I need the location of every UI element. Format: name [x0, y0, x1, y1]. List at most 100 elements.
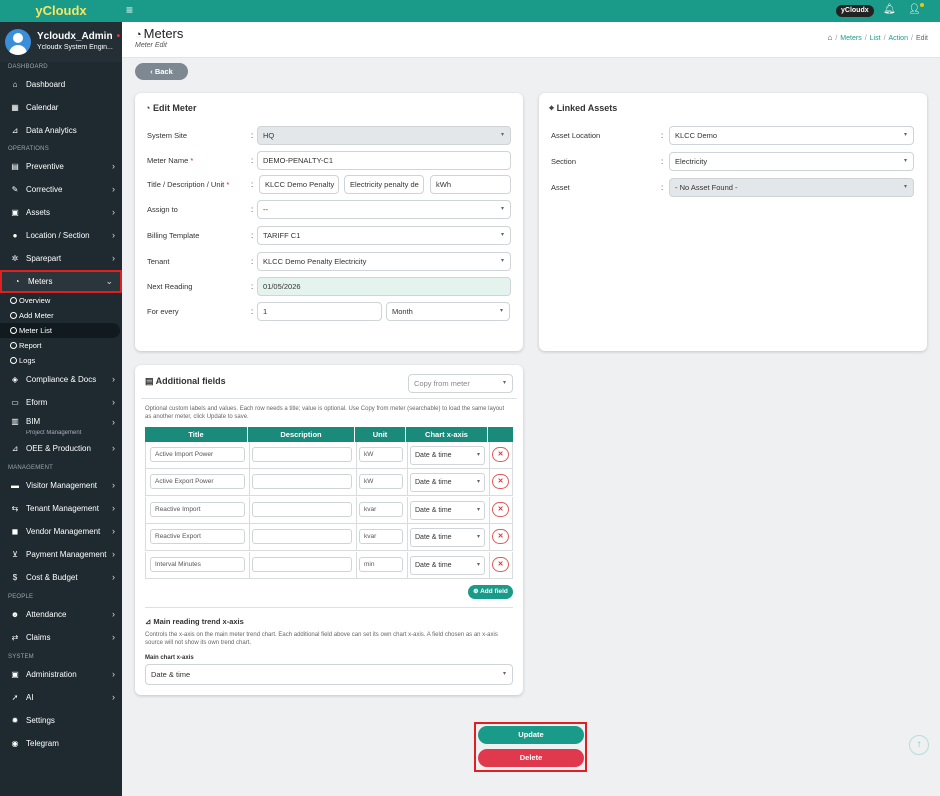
meter-unit-input[interactable]: kWh — [430, 175, 511, 194]
every-count-input[interactable]: 1 — [257, 302, 382, 321]
field-title-input[interactable]: Interval Minutes — [150, 556, 245, 572]
sidebar-item-telegram[interactable]: ◉ Telegram — [0, 732, 122, 755]
sidebar-item-preventive[interactable]: ▤ Preventive › — [0, 155, 122, 178]
sidebar-item-sparepart[interactable]: ✲ Sparepart › — [0, 247, 122, 270]
company-badge[interactable]: yCloudx — [836, 5, 874, 17]
next-reading-date-input[interactable]: 01/05/2026 — [257, 277, 511, 296]
field-unit-input[interactable]: kW — [359, 447, 403, 462]
sidebar-item-compliance[interactable]: ◈ Compliance & Docs › — [0, 368, 122, 391]
bell-icon[interactable]: 🔔︎ — [883, 4, 896, 15]
assign-to-select[interactable]: -- ▾ — [257, 200, 511, 219]
gears-icon: ✲ — [11, 254, 19, 263]
field-description-input[interactable] — [252, 447, 352, 462]
sidebar-item-meters[interactable]: ◔ Meters ⌄ — [0, 270, 122, 293]
breadcrumb-action[interactable]: Action — [889, 35, 908, 42]
trend-axis-help: Controls the x-axis on the main meter tr… — [145, 632, 498, 646]
every-period-select[interactable]: Month ▾ — [386, 302, 510, 321]
sidebar-item-location[interactable]: ● Location / Section › — [0, 224, 122, 247]
billing-template-value: TARIFF C1 — [263, 231, 301, 240]
system-site-select[interactable]: HQ ▾ — [257, 126, 511, 145]
remove-field-button[interactable]: ✕ — [492, 447, 509, 462]
billing-template-select[interactable]: TARIFF C1 ▾ — [257, 226, 511, 245]
sidebar-item-label: Claims — [26, 633, 51, 642]
add-field-button[interactable]: ⊕ Add field — [468, 585, 513, 599]
sidebar-item-assets[interactable]: ▣ Assets › — [0, 201, 122, 224]
user-menu-icon[interactable]: 👤︎ — [908, 3, 924, 15]
sidebar-item-ai[interactable]: ➚ AI › — [0, 686, 122, 709]
main-axis-label: Main chart x-axis — [145, 655, 194, 661]
trend-axis-title: Main reading trend x-axis — [153, 617, 244, 626]
breadcrumb-meters[interactable]: Meters — [840, 35, 861, 42]
sidebar-item-corrective[interactable]: ✎ Corrective › — [0, 178, 122, 201]
sidebar-item-tenant[interactable]: ⇆ Tenant Management › — [0, 497, 122, 520]
sidebar-item-payment[interactable]: ⊻ Payment Management › — [0, 543, 122, 566]
field-unit-input[interactable]: kvar — [359, 501, 403, 517]
field-description-input[interactable] — [252, 529, 352, 545]
section-select[interactable]: Electricity ▾ — [669, 152, 914, 171]
shield-icon: ◈ — [11, 375, 19, 384]
sidebar-subitem-meter-list[interactable]: Meter List — [0, 323, 120, 338]
cell-divider — [356, 469, 357, 496]
remove-field-button[interactable]: ✕ — [492, 474, 509, 490]
update-button[interactable]: Update — [478, 726, 584, 744]
meter-title-input[interactable]: KLCC Demo Penalty — [259, 175, 339, 194]
sidebar-item-analytics[interactable]: ⊿ Data Analytics — [0, 119, 122, 142]
sidebar-item-attendance[interactable]: ☻ Attendance › — [0, 603, 122, 626]
field-title-input[interactable]: Reactive Import — [150, 501, 245, 517]
sidebar-subitem-add-meter[interactable]: Add Meter — [0, 308, 122, 323]
brand-logo[interactable]: yCloudx — [0, 0, 122, 22]
sidebar-item-vendor[interactable]: ◼ Vendor Management › — [0, 520, 122, 543]
sidebar-subitem-label: Meter List — [19, 326, 52, 335]
scroll-top-icon[interactable]: ↑ — [909, 735, 929, 755]
copy-from-meter-select[interactable]: Copy from meter ▾ — [408, 374, 513, 393]
field-title-input[interactable]: Active Import Power — [150, 447, 245, 462]
asset-location-select[interactable]: KLCC Demo ▾ — [669, 126, 914, 145]
breadcrumb: ⌂ / Meters / List / Action / Edit — [827, 33, 929, 42]
user-profile[interactable]: Ycloudx_Admin • Ycloudx System Engin... — [0, 22, 122, 62]
field-title-input[interactable]: Reactive Export — [150, 529, 245, 545]
asset-select[interactable]: - No Asset Found - ▾ — [669, 178, 914, 197]
sidebar-item-calendar[interactable]: ▦ Calendar — [0, 96, 122, 119]
sidebar-item-dashboard[interactable]: ⌂ Dashboard — [0, 73, 122, 96]
delete-button[interactable]: Delete — [478, 749, 584, 767]
sidebar-item-eform[interactable]: ▭ Eform › — [0, 391, 122, 414]
field-unit-input[interactable]: kvar — [359, 529, 403, 545]
sidebar-item-visitor[interactable]: ▬ Visitor Management › — [0, 474, 122, 497]
field-axis-select[interactable]: Date & time ▾ — [410, 500, 485, 520]
hamburger-menu-icon[interactable]: ≡ — [126, 4, 137, 16]
table-row: Interval Minutes min Date & time ▾ ✕ — [145, 551, 513, 579]
field-title-input[interactable]: Active Export Power — [150, 474, 245, 490]
meter-name-input[interactable]: DEMO-PENALTY-C1 — [257, 151, 511, 170]
tenant-select[interactable]: KLCC Demo Penalty Electricity ▾ — [257, 252, 511, 271]
remove-field-button[interactable]: ✕ — [492, 501, 509, 517]
home-icon[interactable]: ⌂ — [828, 33, 833, 42]
field-description-input[interactable] — [252, 474, 352, 490]
breadcrumb-list[interactable]: List — [870, 35, 881, 42]
field-unit-input[interactable]: kW — [359, 474, 403, 490]
sidebar-subitem-logs[interactable]: Logs — [0, 353, 122, 368]
sidebar-item-administration[interactable]: ▣ Administration › — [0, 663, 122, 686]
additional-fields-title: Additional fields — [155, 376, 226, 386]
sidebar-item-claims[interactable]: ⇄ Claims › — [0, 626, 122, 649]
sidebar-item-label: Visitor Management — [26, 481, 97, 490]
field-axis-select[interactable]: Date & time ▾ — [410, 446, 485, 465]
main-axis-select[interactable]: Date & time ▾ — [145, 664, 513, 685]
field-description-input[interactable] — [252, 556, 352, 572]
remove-field-button[interactable]: ✕ — [492, 556, 509, 572]
sidebar-item-cost[interactable]: $ Cost & Budget › — [0, 566, 122, 589]
field-axis-select[interactable]: Date & time ▾ — [410, 473, 485, 493]
sidebar-subitem-overview[interactable]: Overview — [0, 293, 122, 308]
sidebar-item-bim[interactable]: ▥ BIM › — [0, 414, 122, 430]
back-button[interactable]: ‹ Back — [135, 63, 188, 80]
remove-field-button[interactable]: ✕ — [492, 529, 509, 545]
sidebar-item-label: Telegram — [26, 739, 59, 748]
sidebar-item-settings[interactable]: ✹ Settings — [0, 709, 122, 732]
sidebar-item-project[interactable]: Project Management — [0, 430, 122, 437]
sidebar-item-oee[interactable]: ⊿ OEE & Production › — [0, 437, 122, 460]
sidebar-subitem-report[interactable]: Report — [0, 338, 122, 353]
field-axis-select[interactable]: Date & time ▾ — [410, 555, 485, 575]
field-axis-select[interactable]: Date & time ▾ — [410, 528, 485, 548]
meter-description-input[interactable]: Electricity penalty de — [344, 175, 424, 194]
field-description-input[interactable] — [252, 501, 352, 517]
field-unit-input[interactable]: min — [359, 556, 403, 572]
